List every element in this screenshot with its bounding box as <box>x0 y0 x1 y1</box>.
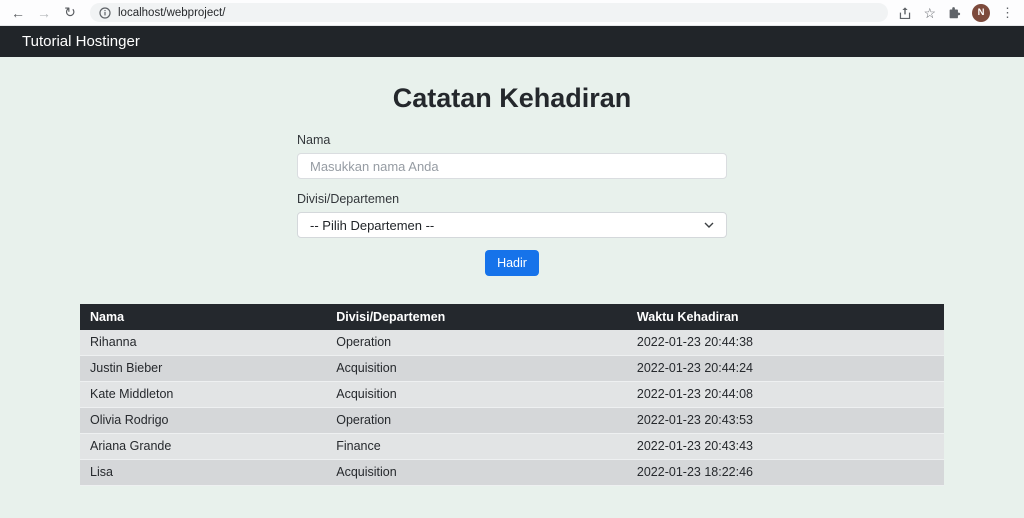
attendance-table: Nama Divisi/Departemen Waktu Kehadiran R… <box>80 304 944 486</box>
cell-dept: Acquisition <box>326 460 627 486</box>
cell-time: 2022-01-23 20:43:53 <box>627 408 944 434</box>
url-text: localhost/webproject/ <box>118 7 225 19</box>
main-content: Catatan Kehadiran Nama Divisi/Departemen… <box>0 80 1024 518</box>
cell-name: Lisa <box>80 460 326 486</box>
table-row: Justin Bieber Acquisition 2022-01-23 20:… <box>80 356 944 382</box>
browser-toolbar: ← → ↻ localhost/webproject/ ☆ N ⋮ <box>0 0 1024 26</box>
back-icon[interactable]: ← <box>8 3 28 23</box>
cell-dept: Acquisition <box>326 356 627 382</box>
name-label: Nama <box>297 133 727 148</box>
cell-name: Ariana Grande <box>80 434 326 460</box>
table-row: Kate Middleton Acquisition 2022-01-23 20… <box>80 382 944 408</box>
navbar-brand[interactable]: Tutorial Hostinger <box>22 33 140 50</box>
cell-dept: Operation <box>326 408 627 434</box>
page-title: Catatan Kehadiran <box>0 80 1024 117</box>
attendance-form: Nama Divisi/Departemen -- Pilih Departem… <box>297 133 727 276</box>
toolbar-right-icons: ☆ N ⋮ <box>898 4 1016 22</box>
cell-time: 2022-01-23 18:22:46 <box>627 460 944 486</box>
bookmark-star-icon[interactable]: ☆ <box>923 6 936 20</box>
department-select-value: -- Pilih Departemen -- <box>310 218 434 233</box>
cell-name: Rihanna <box>80 330 326 356</box>
cell-dept: Acquisition <box>326 382 627 408</box>
name-input[interactable] <box>297 153 727 179</box>
department-select[interactable]: -- Pilih Departemen -- <box>297 212 727 238</box>
cell-time: 2022-01-23 20:44:38 <box>627 330 944 356</box>
table-row: Ariana Grande Finance 2022-01-23 20:43:4… <box>80 434 944 460</box>
table-row: Lisa Acquisition 2022-01-23 18:22:46 <box>80 460 944 486</box>
reload-icon[interactable]: ↻ <box>60 3 80 23</box>
cell-time: 2022-01-23 20:44:08 <box>627 382 944 408</box>
profile-avatar[interactable]: N <box>972 4 990 22</box>
chrome-menu-icon[interactable]: ⋮ <box>1001 5 1014 21</box>
cell-dept: Finance <box>326 434 627 460</box>
cell-dept: Operation <box>326 330 627 356</box>
cell-time: 2022-01-23 20:44:24 <box>627 356 944 382</box>
header-waktu: Waktu Kehadiran <box>627 304 944 330</box>
header-nama: Nama <box>80 304 326 330</box>
table-row: Rihanna Operation 2022-01-23 20:44:38 <box>80 330 944 356</box>
extensions-puzzle-icon[interactable] <box>947 6 961 20</box>
header-divisi: Divisi/Departemen <box>326 304 627 330</box>
share-icon[interactable] <box>898 6 912 20</box>
cell-name: Justin Bieber <box>80 356 326 382</box>
site-navbar: Tutorial Hostinger <box>0 26 1024 57</box>
address-bar[interactable]: localhost/webproject/ <box>90 3 888 22</box>
site-info-icon[interactable] <box>99 7 111 19</box>
chevron-down-icon <box>704 222 714 228</box>
cell-name: Kate Middleton <box>80 382 326 408</box>
submit-button[interactable]: Hadir <box>485 250 539 276</box>
cell-name: Olivia Rodrigo <box>80 408 326 434</box>
cell-time: 2022-01-23 20:43:43 <box>627 434 944 460</box>
department-label: Divisi/Departemen <box>297 192 727 207</box>
table-header-row: Nama Divisi/Departemen Waktu Kehadiran <box>80 304 944 330</box>
forward-icon[interactable]: → <box>34 3 54 23</box>
table-row: Olivia Rodrigo Operation 2022-01-23 20:4… <box>80 408 944 434</box>
submit-row: Hadir <box>297 250 727 276</box>
